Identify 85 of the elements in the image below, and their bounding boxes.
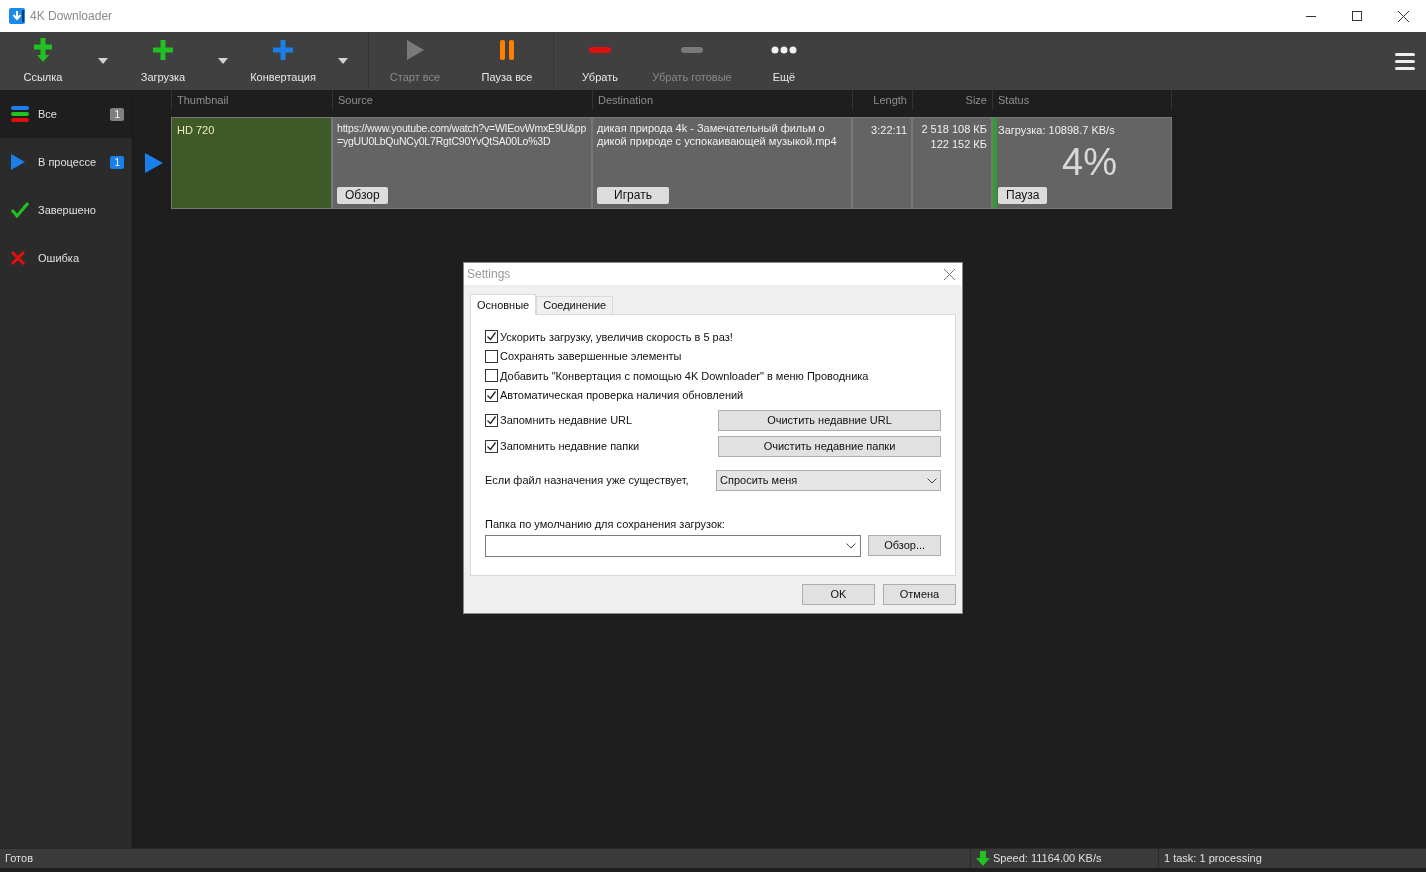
maximize-icon: [1352, 11, 1362, 21]
menu-icon: [1395, 52, 1415, 70]
checkbox[interactable]: [485, 330, 498, 344]
toolbar-button[interactable]: Ссылка: [8, 32, 78, 90]
browse-button[interactable]: Обзор...: [868, 535, 941, 556]
dialog-title: Settings: [467, 266, 511, 283]
sidebar-label: Ошибка: [38, 250, 79, 266]
app-logo-icon: [9, 8, 25, 24]
chevron-down-icon: [927, 477, 937, 484]
tab[interactable]: Основные: [470, 294, 537, 315]
destination-filename: дикая природа 4k - Замечательный фильм о дикой природе с успокаивающей музыкой.mp4: [597, 122, 838, 148]
option-label: Запомнить недавние папки: [500, 438, 640, 454]
dialog-button[interactable]: Отмена: [883, 584, 956, 605]
download-arrow-icon: [976, 851, 990, 866]
count-badge: 1: [110, 155, 124, 169]
play-icon: [405, 38, 425, 61]
toolbar-button[interactable]: Конвертация: [248, 32, 318, 90]
sidebar-item[interactable]: Ошибка: [0, 234, 132, 282]
list-icon: [11, 106, 29, 122]
checkbox[interactable]: [485, 349, 498, 363]
length-text: 3:22:11: [871, 124, 907, 136]
clear-history-button[interactable]: Очистить недавние URL: [718, 409, 941, 431]
status-text: Загрузка: 10898.7 KB/s: [998, 123, 1116, 138]
caret-icon: [338, 58, 348, 64]
clear-history-button[interactable]: Очистить недавние папки: [718, 435, 941, 457]
browse-button[interactable]: Обзор: [337, 187, 388, 204]
task-count-text: 1 task: 1 processing: [1164, 851, 1262, 867]
play-button[interactable]: Играть: [597, 187, 669, 204]
checkbox[interactable]: [485, 388, 498, 402]
caret-icon: [98, 58, 108, 64]
more-icon: [771, 45, 797, 54]
toolbar-button[interactable]: Пауза все: [461, 32, 553, 90]
plus-icon: [151, 37, 175, 62]
column-header[interactable]: Status: [992, 90, 1172, 110]
column-header[interactable]: Source: [332, 90, 592, 110]
toolbar-button[interactable]: Ещё: [738, 32, 830, 90]
checkbox[interactable]: [485, 439, 498, 453]
sidebar-label: Завершено: [38, 202, 96, 218]
option-label: Ускорить загрузку, увеличив скорость в 5 раз!: [500, 329, 733, 345]
field-label: Если файл назначения уже существует,: [485, 473, 689, 489]
pause-icon: [499, 38, 515, 61]
close-icon: [943, 268, 955, 280]
option-label: Запомнить недавние URL: [500, 412, 633, 428]
option-label: Добавить "Конвертация с помощью 4K Downloader" в меню Проводника: [500, 368, 869, 384]
toolbar-button[interactable]: Убрать: [554, 32, 646, 90]
plus-icon: [271, 37, 295, 62]
checkbox[interactable]: [485, 413, 498, 427]
play-icon: [11, 154, 25, 170]
column-header[interactable]: Thumbnail: [171, 90, 332, 110]
cross-icon: [11, 251, 25, 265]
size-done: 122 152 КБ: [930, 137, 987, 152]
minus-icon: [589, 46, 611, 53]
speed-text: Speed: 11164.00 KB/s: [993, 851, 1102, 867]
option-label: Автоматическая проверка наличия обновлений: [500, 388, 744, 403]
toolbar-button[interactable]: Загрузка: [128, 32, 198, 90]
sidebar-label: В процессе: [38, 154, 96, 170]
minimize-icon: [1306, 15, 1316, 17]
column-header[interactable]: Length: [852, 90, 912, 110]
quality-label: HD 720: [177, 123, 215, 138]
caret-icon: [218, 58, 228, 64]
column-header[interactable]: Destination: [592, 90, 852, 110]
close-icon: [1397, 10, 1409, 22]
source-url: https://www.youtube.com/watch?v=WIEovWmxE9U&pp=ygUU0LbQuNCy0L7RgtC90YvQtSA00Lo%3D: [337, 122, 587, 148]
download-plus-icon: [31, 36, 55, 63]
dropdown-field[interactable]: Спросить меня: [716, 470, 941, 491]
dialog-button[interactable]: OK: [802, 584, 875, 605]
pause-button[interactable]: Пауза: [998, 187, 1048, 204]
folder-combo-field[interactable]: [485, 534, 862, 557]
option-label: Сохранять завершенные элементы: [500, 349, 682, 364]
sidebar-label: Все: [38, 106, 57, 122]
minus-icon: [681, 46, 703, 53]
status-text: Готов: [4, 851, 33, 867]
window-title: 4K Downloader: [30, 8, 113, 25]
chevron-down-icon: [846, 542, 857, 549]
checkmark-icon: [11, 202, 29, 218]
field-label: Папка по умолчанию для сохранения загрузок:: [485, 517, 726, 532]
percent-text: 4%: [1062, 142, 1117, 181]
sidebar-item[interactable]: Завершено: [0, 186, 132, 234]
tab[interactable]: Соединение: [536, 296, 614, 314]
column-header[interactable]: Size: [912, 90, 992, 110]
sidebar-item[interactable]: В процессе 1: [0, 138, 132, 186]
sidebar-item[interactable]: Все 1: [0, 90, 132, 138]
checkbox[interactable]: [485, 369, 498, 383]
count-badge: 1: [110, 107, 124, 121]
size-total: 2 518 108 КБ: [921, 122, 987, 137]
